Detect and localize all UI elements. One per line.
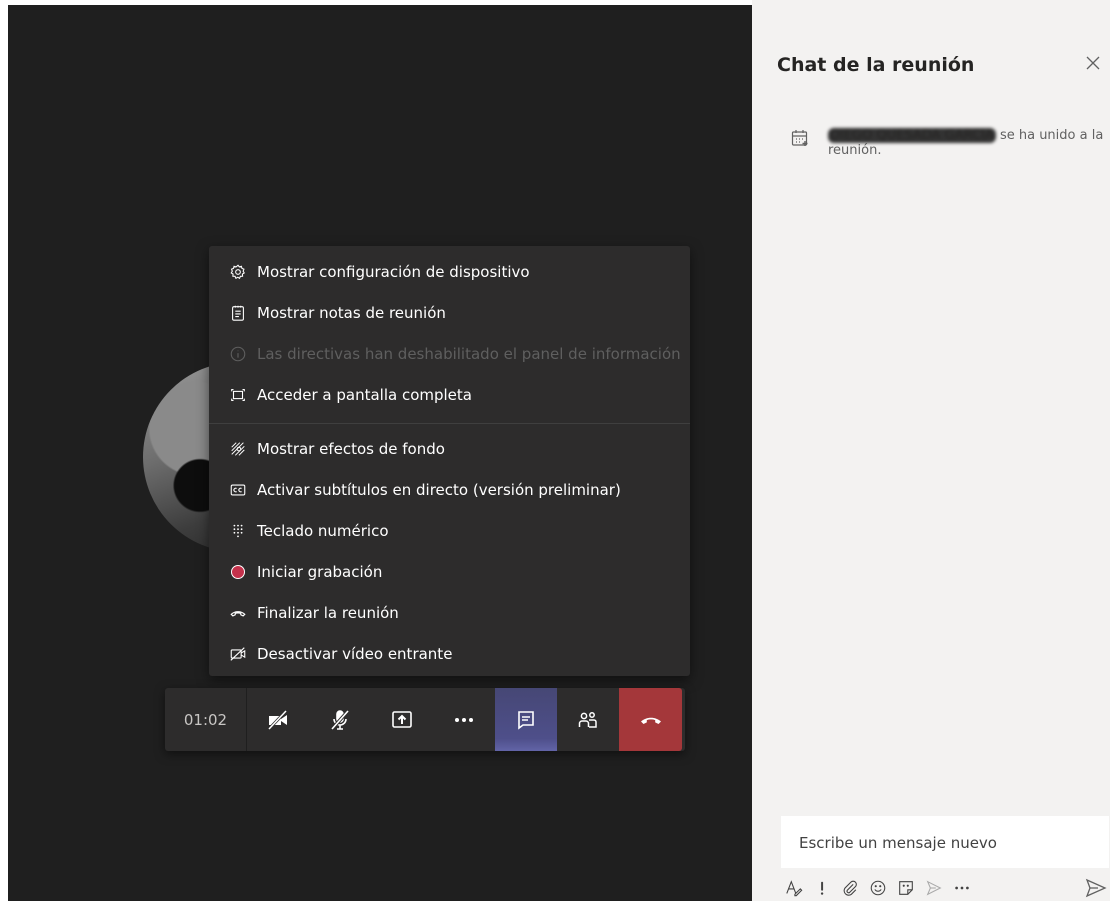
attach-button[interactable] (836, 874, 863, 901)
attach-icon (843, 880, 857, 896)
format-button[interactable] (780, 874, 807, 901)
chat-panel: Chat de la reunión DIEGO QUESADA GARCIA … (752, 0, 1110, 901)
join-message-text: DIEGO QUESADA GARCIA se ha unido a la re… (828, 128, 1105, 158)
menu-item-device-settings[interactable]: Mostrar configuración de dispositivo (209, 251, 690, 292)
menu-item-start-recording[interactable]: Iniciar grabación (209, 551, 690, 592)
send-icon[interactable] (1085, 877, 1107, 899)
more-actions-icon (455, 717, 473, 722)
fullscreen-icon (228, 385, 248, 405)
sticker-button[interactable] (892, 874, 919, 901)
share-screen-button[interactable] (371, 688, 433, 751)
praise-button[interactable] (920, 874, 947, 901)
background-effects-icon (228, 439, 248, 459)
hang-up-icon (640, 717, 661, 724)
menu-item-label: Acceder a pantalla completa (257, 385, 472, 404)
sticker-icon (898, 880, 913, 895)
menu-item-meeting-notes[interactable]: Mostrar notas de reunión (209, 292, 690, 333)
more-actions-menu: Mostrar configuración de dispositivo Mos… (209, 246, 690, 676)
menu-item-label: Finalizar la reunión (257, 603, 399, 622)
chat-toggle-button[interactable] (495, 688, 557, 751)
more-options-icon (954, 886, 969, 889)
praise-icon (926, 880, 942, 895)
meeting-timer: 01:02 (165, 688, 247, 751)
compose-toolbar (780, 874, 1110, 901)
emoji-button[interactable] (864, 874, 891, 901)
chat-panel-title: Chat de la reunión (777, 54, 975, 76)
compose-placeholder: Escribe un mensaje nuevo (799, 834, 997, 852)
mic-off-icon (330, 709, 350, 730)
notes-icon (228, 303, 248, 323)
menu-item-label: Mostrar efectos de fondo (257, 439, 445, 458)
end-call-icon (228, 603, 248, 623)
camera-toggle-button[interactable] (247, 688, 309, 751)
meeting-stage: Mostrar configuración de dispositivo Mos… (8, 5, 752, 901)
close-icon[interactable] (1082, 52, 1104, 74)
menu-item-label: Mostrar configuración de dispositivo (257, 262, 530, 281)
menu-item-dialpad[interactable]: Teclado numérico (209, 510, 690, 551)
captions-icon (228, 480, 248, 500)
more-actions-button[interactable] (433, 688, 495, 751)
hang-up-button[interactable] (619, 688, 682, 751)
menu-item-label: Teclado numérico (257, 521, 389, 540)
more-options-button[interactable] (948, 874, 975, 901)
menu-item-label: Mostrar notas de reunión (257, 303, 446, 322)
dialpad-icon (228, 521, 248, 541)
camera-off-icon (267, 709, 288, 730)
emoji-icon (870, 880, 885, 895)
gear-icon (228, 262, 248, 282)
menu-item-fullscreen[interactable]: Acceder a pantalla completa (209, 374, 690, 415)
important-icon (820, 881, 823, 895)
menu-item-label: Desactivar vídeo entrante (257, 644, 453, 663)
menu-item-label: Iniciar grabación (257, 562, 383, 581)
menu-divider (209, 423, 690, 424)
participants-button[interactable] (557, 688, 619, 751)
calendar-join-icon (791, 130, 808, 146)
menu-item-disable-incoming-video[interactable]: Desactivar vídeo entrante (209, 633, 690, 674)
participants-icon (578, 711, 597, 728)
info-icon (228, 344, 248, 364)
important-button[interactable] (808, 874, 835, 901)
video-off-icon (228, 644, 248, 664)
record-icon (228, 562, 248, 582)
menu-item-background-effects[interactable]: Mostrar efectos de fondo (209, 428, 690, 469)
menu-item-label: Activar subtítulos en directo (versión p… (257, 480, 621, 499)
participant-name-redacted: DIEGO QUESADA GARCIA (828, 128, 996, 143)
menu-item-info-disabled: Las directivas han deshabilitado el pane… (209, 333, 690, 374)
system-message: DIEGO QUESADA GARCIA se ha unido a la re… (790, 128, 1105, 158)
message-compose-input[interactable]: Escribe un mensaje nuevo (781, 816, 1109, 868)
meeting-toolbar: 01:02 (165, 688, 685, 751)
chat-icon (518, 710, 534, 730)
menu-item-label: Las directivas han deshabilitado el pane… (257, 344, 681, 363)
menu-item-live-captions[interactable]: Activar subtítulos en directo (versión p… (209, 469, 690, 510)
menu-item-end-meeting[interactable]: Finalizar la reunión (209, 592, 690, 633)
format-icon (785, 879, 802, 896)
share-screen-icon (392, 710, 412, 728)
mic-toggle-button[interactable] (309, 688, 371, 751)
